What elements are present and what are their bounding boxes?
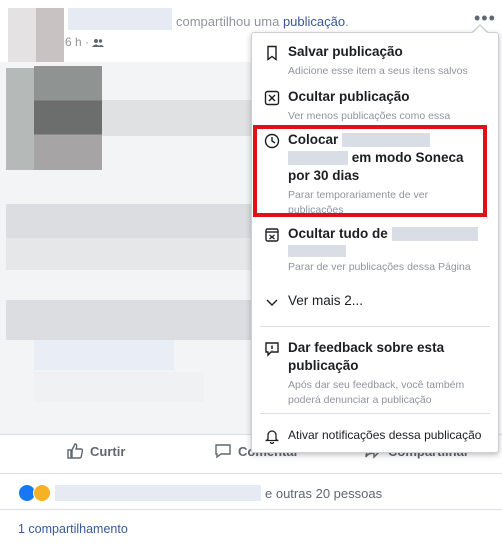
menu-divider — [260, 326, 490, 327]
blur-block — [6, 300, 252, 340]
notifications-label: Ativar notificações dessa publicação — [288, 428, 482, 442]
blur-block — [34, 372, 204, 402]
comment-icon — [215, 444, 231, 459]
feedback-title-1: Dar feedback sobre esta — [288, 340, 445, 355]
hide-post-title: Ocultar publicação — [288, 89, 410, 104]
shared-header: compartilhou uma publicação. — [176, 14, 349, 29]
post-time[interactable]: 6 h · — [65, 35, 105, 49]
friends-icon — [92, 38, 105, 47]
hide-all-item[interactable]: Ocultar tudo de Parar de ver publicações… — [252, 225, 498, 277]
hide-all-icon — [265, 228, 279, 242]
feedback-title-2: publicação — [288, 358, 359, 373]
menu-arrow-inner — [472, 26, 488, 34]
blurred-page-name — [288, 245, 346, 258]
post-options-menu: Salvar publicação Adicione esse item a s… — [251, 32, 499, 453]
like-button[interactable]: Curtir — [66, 442, 125, 460]
publication-link[interactable]: publicação — [283, 14, 345, 29]
reactions-others[interactable]: e outras 20 pessoas — [265, 486, 382, 501]
feedback-subtitle-1: Após dar seu feedback, você também — [288, 379, 465, 391]
highlight-box — [253, 125, 487, 217]
haha-reaction-icon — [33, 484, 51, 502]
feedback-icon — [265, 342, 279, 357]
see-more-item[interactable]: Ver mais 2... — [252, 292, 498, 314]
feedback-item[interactable]: Dar feedback sobre esta publicação Após … — [252, 339, 498, 411]
blurred-page-name — [391, 227, 478, 242]
thumbs-up-icon — [67, 443, 84, 459]
reactors-names[interactable] — [55, 485, 261, 501]
see-more-label: Ver mais 2... — [288, 293, 364, 308]
hide-box-icon — [264, 90, 280, 106]
divider — [0, 473, 502, 474]
bookmark-icon — [267, 45, 277, 61]
blur-block — [34, 66, 102, 170]
shares-count[interactable]: 1 compartilhamento — [18, 522, 128, 536]
hide-all-title: Ocultar tudo de — [288, 225, 478, 243]
blur-block — [6, 238, 252, 270]
blur-block — [6, 68, 34, 170]
blur-block — [6, 204, 252, 238]
divider — [0, 509, 502, 510]
bell-icon — [264, 430, 280, 444]
save-post-item[interactable]: Salvar publicação Adicione esse item a s… — [252, 43, 498, 83]
blur-block — [102, 100, 252, 136]
menu-divider — [260, 413, 490, 414]
save-post-title: Salvar publicação — [288, 44, 403, 59]
hide-post-subtitle: Ver menos publicações como essa — [288, 110, 451, 122]
notifications-item[interactable]: Ativar notificações dessa publicação — [252, 426, 498, 446]
hide-post-item[interactable]: Ocultar publicação Ver menos publicações… — [252, 88, 498, 128]
author-name[interactable] — [68, 8, 172, 30]
hide-all-subtitle: Parar de ver publicações dessa Página — [288, 261, 471, 273]
save-post-subtitle: Adicione esse item a seus itens salvos — [288, 65, 468, 77]
blur-block — [34, 340, 174, 370]
avatar[interactable] — [8, 8, 64, 68]
feedback-subtitle-2: poderá denunciar a publicação — [288, 394, 432, 406]
reactions-summary[interactable]: e outras 20 pessoas — [18, 484, 382, 502]
chevron-down-icon — [266, 299, 278, 306]
hide-all-blur-line — [288, 243, 346, 259]
